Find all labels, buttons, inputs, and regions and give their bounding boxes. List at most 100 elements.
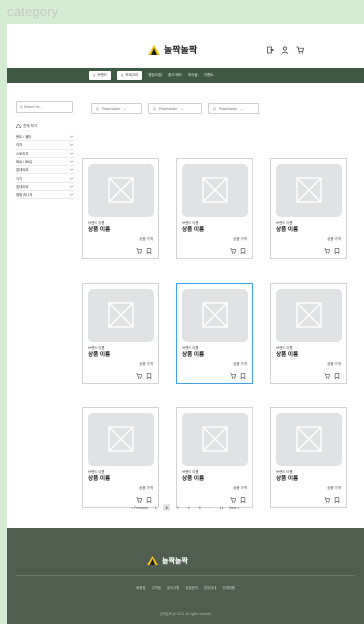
bookmark-icon[interactable] (146, 373, 152, 379)
product-price: 상품 가격 (327, 362, 341, 366)
sidebar-category-label: 스토리지 (16, 151, 29, 156)
cart-icon[interactable] (324, 497, 330, 503)
sidebar-category-item[interactable]: 식기 (16, 174, 74, 183)
sidebar-category-item[interactable]: 캠핑 하나자 (16, 191, 74, 200)
page-number[interactable]: 11 (218, 504, 225, 511)
cart-icon[interactable] (136, 373, 142, 379)
cart-icon[interactable] (136, 248, 142, 254)
logo[interactable]: 놀짝놀짝 (148, 43, 197, 56)
product-price: 상품 가격 (139, 362, 153, 366)
product-card[interactable]: 브랜드 이름 상품 이름 상품 가격 (176, 283, 253, 384)
page: 놀짝놀짝 ≡ 브랜드 ≡ 카테고리 랭킹/리뷰 중고 매도 마이샵 이벤트 Q … (7, 24, 364, 624)
bookmark-icon[interactable] (146, 248, 152, 254)
bookmark-icon[interactable] (146, 497, 152, 503)
nav-link-used[interactable]: 중고 매도 (168, 73, 182, 78)
bookmark-icon[interactable] (240, 497, 246, 503)
product-card[interactable]: 브랜드 이름 상품 이름 상품 가격 (82, 158, 159, 259)
sidebar-category-item[interactable]: 침대야외 (16, 183, 74, 192)
product-name: 상품 이름 (88, 227, 111, 233)
page-number[interactable]: 1 (152, 504, 159, 511)
header: 놀짝놀짝 (7, 24, 364, 68)
filter-label: Placeholder (101, 106, 121, 111)
view-all-link[interactable]: 전체 보기 (15, 123, 74, 129)
footer-logo[interactable]: 놀짝놀짝 (147, 552, 188, 570)
product-name: 상품 이름 (182, 352, 205, 358)
chevron-down-icon (69, 144, 74, 147)
bookmark-icon[interactable] (240, 373, 246, 379)
footer: 놀짝놀짝 회원정 고객셈 공지사항 입점문의 업무안내 인재채용 놀짝놀짝 @ … (7, 528, 364, 624)
cart-icon[interactable] (230, 248, 236, 254)
page-number[interactable]: 4 (185, 504, 192, 511)
sidebar-category-item[interactable]: 의자 (16, 141, 74, 150)
card-actions (230, 373, 246, 379)
copyright: 놀짝놀짝 @ 2023. All rights reserved (159, 612, 212, 616)
image-placeholder-icon (108, 302, 134, 328)
card-actions (324, 497, 340, 503)
product-price: 상품 가격 (327, 486, 341, 490)
product-card[interactable]: 브랜드 이름 상품 이름 상품 가격 (82, 283, 159, 384)
chevron-down-icon: ⌄ (123, 106, 127, 111)
product-card[interactable]: 브랜드 이름 상품 이름 상품 가격 (270, 158, 347, 259)
sidebar-category-item[interactable]: 스토리지 (16, 150, 74, 158)
footer-link[interactable]: 공지사항 (167, 585, 179, 590)
logo-text: 놀짝놀짝 (164, 45, 198, 55)
cart-icon[interactable] (324, 373, 330, 379)
footer-link[interactable]: 회원정 (136, 585, 145, 590)
image-placeholder (276, 289, 342, 342)
filter-label: Placeholder (158, 106, 178, 111)
category-menu-button[interactable]: ≡ 카테고리 (117, 71, 143, 80)
footer-divider (16, 575, 355, 576)
product-card[interactable]: 브랜드 이름 상품 이름 상품 가격 (270, 283, 347, 384)
login-icon[interactable] (266, 46, 274, 54)
cart-icon[interactable] (136, 497, 142, 503)
footer-link[interactable]: 고객셈 (152, 585, 161, 590)
product-card[interactable]: 브랜드 이름 상품 이름 상품 가격 (82, 407, 159, 508)
page-number-active[interactable]: 2 (163, 504, 171, 511)
footer-link[interactable]: 인재채용 (222, 585, 234, 590)
product-card[interactable]: 브랜드 이름 상품 이름 상품 가격 (176, 158, 253, 259)
cart-icon[interactable] (296, 46, 304, 54)
chevron-down-icon (69, 160, 74, 163)
hamburger-icon: ≡ (93, 72, 96, 78)
cart-icon[interactable] (230, 373, 236, 379)
hamburger-icon: ≡ (121, 72, 124, 78)
bookmark-icon[interactable] (334, 497, 340, 503)
product-card[interactable]: 브랜드 이름 상품 이름 상품 가격 (176, 407, 253, 508)
filter-dropdown[interactable]: Q Placeholder ⌄ (148, 103, 202, 114)
search-input[interactable]: Q Search for... (16, 101, 73, 113)
user-icon[interactable] (281, 46, 289, 54)
filter-dropdown[interactable]: Q Placeholder ⌄ (91, 103, 142, 114)
chevron-down-icon (69, 193, 74, 196)
product-card[interactable]: 브랜드 이름 상품 이름 상품 가격 (270, 407, 347, 508)
frame-title: category (7, 4, 59, 19)
page-number[interactable]: 5 (196, 504, 203, 511)
brand-menu-button[interactable]: ≡ 브랜드 (89, 71, 112, 80)
sidebar-category-item[interactable]: 침대야외 (16, 166, 74, 175)
image-placeholder (88, 413, 154, 466)
footer-link[interactable]: 입점문의 (185, 585, 197, 590)
image-placeholder (182, 413, 248, 466)
sidebar-category-label: 텐트 / 쉘터 (16, 135, 32, 140)
footer-link[interactable]: 업무안내 (204, 585, 216, 590)
image-placeholder-icon (108, 426, 134, 452)
sidebar-category-item[interactable]: 텐트 / 쉘터 (16, 133, 74, 142)
bookmark-icon[interactable] (240, 248, 246, 254)
cart-icon[interactable] (324, 248, 330, 254)
sidebar-category-item[interactable]: 화로 / BBQ (16, 158, 74, 167)
filter-dropdown[interactable]: Q Placeholder ⌄ (208, 103, 259, 114)
nav-link-myshop[interactable]: 마이샵 (188, 73, 198, 78)
previous-page-button[interactable]: < Previous (131, 506, 148, 510)
bookmark-icon[interactable] (334, 373, 340, 379)
product-price: 상품 가격 (139, 237, 153, 241)
product-name: 상품 이름 (182, 476, 205, 482)
page-number[interactable]: 3 (174, 504, 181, 511)
bookmark-icon[interactable] (334, 248, 340, 254)
sidebar: Q Search for... 전체 보기 텐트 / 쉘터 의자 스토리지화로 / … (15, 101, 74, 200)
cart-icon[interactable] (230, 497, 236, 503)
card-actions (136, 373, 152, 379)
chevron-down-icon (69, 135, 74, 138)
next-page-button[interactable]: Next > (229, 506, 240, 510)
nav-link-ranking[interactable]: 랭킹/리뷰 (148, 73, 162, 78)
image-placeholder (276, 413, 342, 466)
nav-link-event[interactable]: 이벤트 (204, 73, 214, 78)
